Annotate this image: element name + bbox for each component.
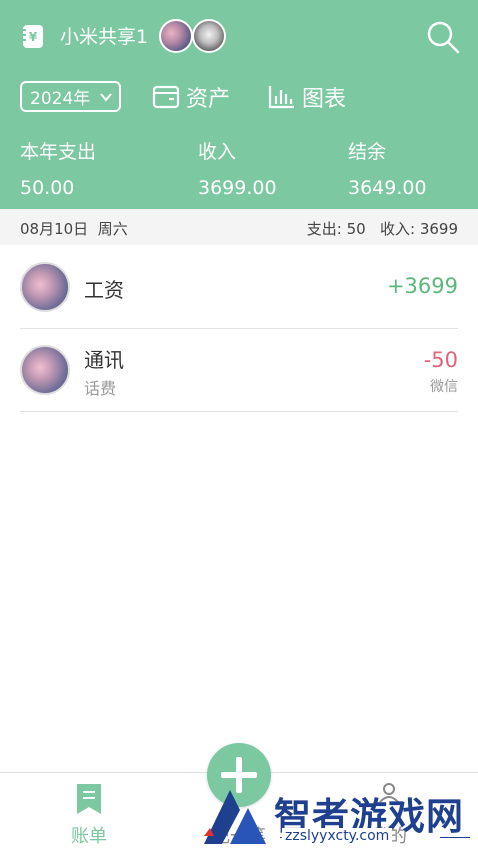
day-income-label: 收入:	[379, 220, 416, 238]
transaction-category: 工资	[84, 278, 124, 302]
wallet-icon	[152, 85, 180, 109]
transaction-amount: +3699	[386, 274, 458, 298]
day-expense-value: 50	[346, 220, 366, 238]
day-income-value: 3699	[419, 220, 458, 238]
category-avatar	[20, 345, 70, 395]
member-avatar[interactable]	[192, 19, 226, 53]
charts-link[interactable]: 图表	[268, 80, 346, 114]
annual-expense-value: 50.00	[20, 177, 75, 199]
tab-ledger-label: 账单	[71, 826, 107, 847]
charts-label: 图表	[302, 87, 347, 112]
ledger-book-icon[interactable]: ¥	[22, 24, 44, 49]
book-name[interactable]: 小米共享1	[60, 24, 148, 50]
income-label: 收入	[198, 141, 237, 163]
transaction-category: 通讯	[84, 348, 124, 372]
watermark-logo	[204, 790, 266, 844]
chevron-down-icon	[100, 93, 112, 102]
watermark-rule	[440, 837, 470, 838]
day-group-header: 08月10日 周六 支出: 50 收入: 3699	[0, 209, 478, 245]
balance-label: 结余	[348, 141, 387, 163]
transaction-account: 微信	[430, 379, 458, 395]
search-icon[interactable]	[424, 18, 462, 56]
year-value: 2024年	[30, 89, 91, 109]
balance-value: 3649.00	[348, 177, 427, 199]
day-date-group: 08月10日 周六	[20, 218, 128, 239]
transaction-row[interactable]: 工资 +3699	[0, 245, 478, 329]
row-divider	[20, 411, 458, 412]
annual-expense-label: 本年支出	[20, 141, 97, 163]
tab-ledger[interactable]: 账单	[29, 773, 149, 850]
day-date: 08月10日	[20, 220, 89, 238]
watermark: 智者游戏网 zzslyyxcty.com	[200, 782, 478, 850]
day-weekday: 周六	[97, 220, 128, 238]
svg-text:¥: ¥	[29, 30, 38, 44]
category-avatar	[20, 262, 70, 312]
bar-chart-icon	[268, 86, 294, 109]
app-header: ¥ 小米共享1 2024年 资产 图表 本年支出 50.00 收入 3699.0…	[0, 0, 478, 209]
member-avatar[interactable]	[159, 19, 193, 53]
transaction-row[interactable]: 通讯 话费 -50 微信	[0, 328, 478, 412]
assets-label: 资产	[186, 87, 231, 112]
assets-link[interactable]: 资产	[152, 80, 230, 114]
income-value: 3699.00	[198, 177, 277, 199]
year-selector[interactable]: 2024年	[20, 81, 121, 112]
transaction-note: 话费	[84, 379, 117, 398]
watermark-url: zzslyyxcty.com	[282, 828, 393, 844]
transaction-amount: -50	[423, 348, 458, 372]
day-expense-label: 支出:	[306, 220, 342, 238]
day-totals: 支出: 50 收入: 3699	[307, 218, 458, 239]
bookmark-icon	[77, 784, 101, 814]
